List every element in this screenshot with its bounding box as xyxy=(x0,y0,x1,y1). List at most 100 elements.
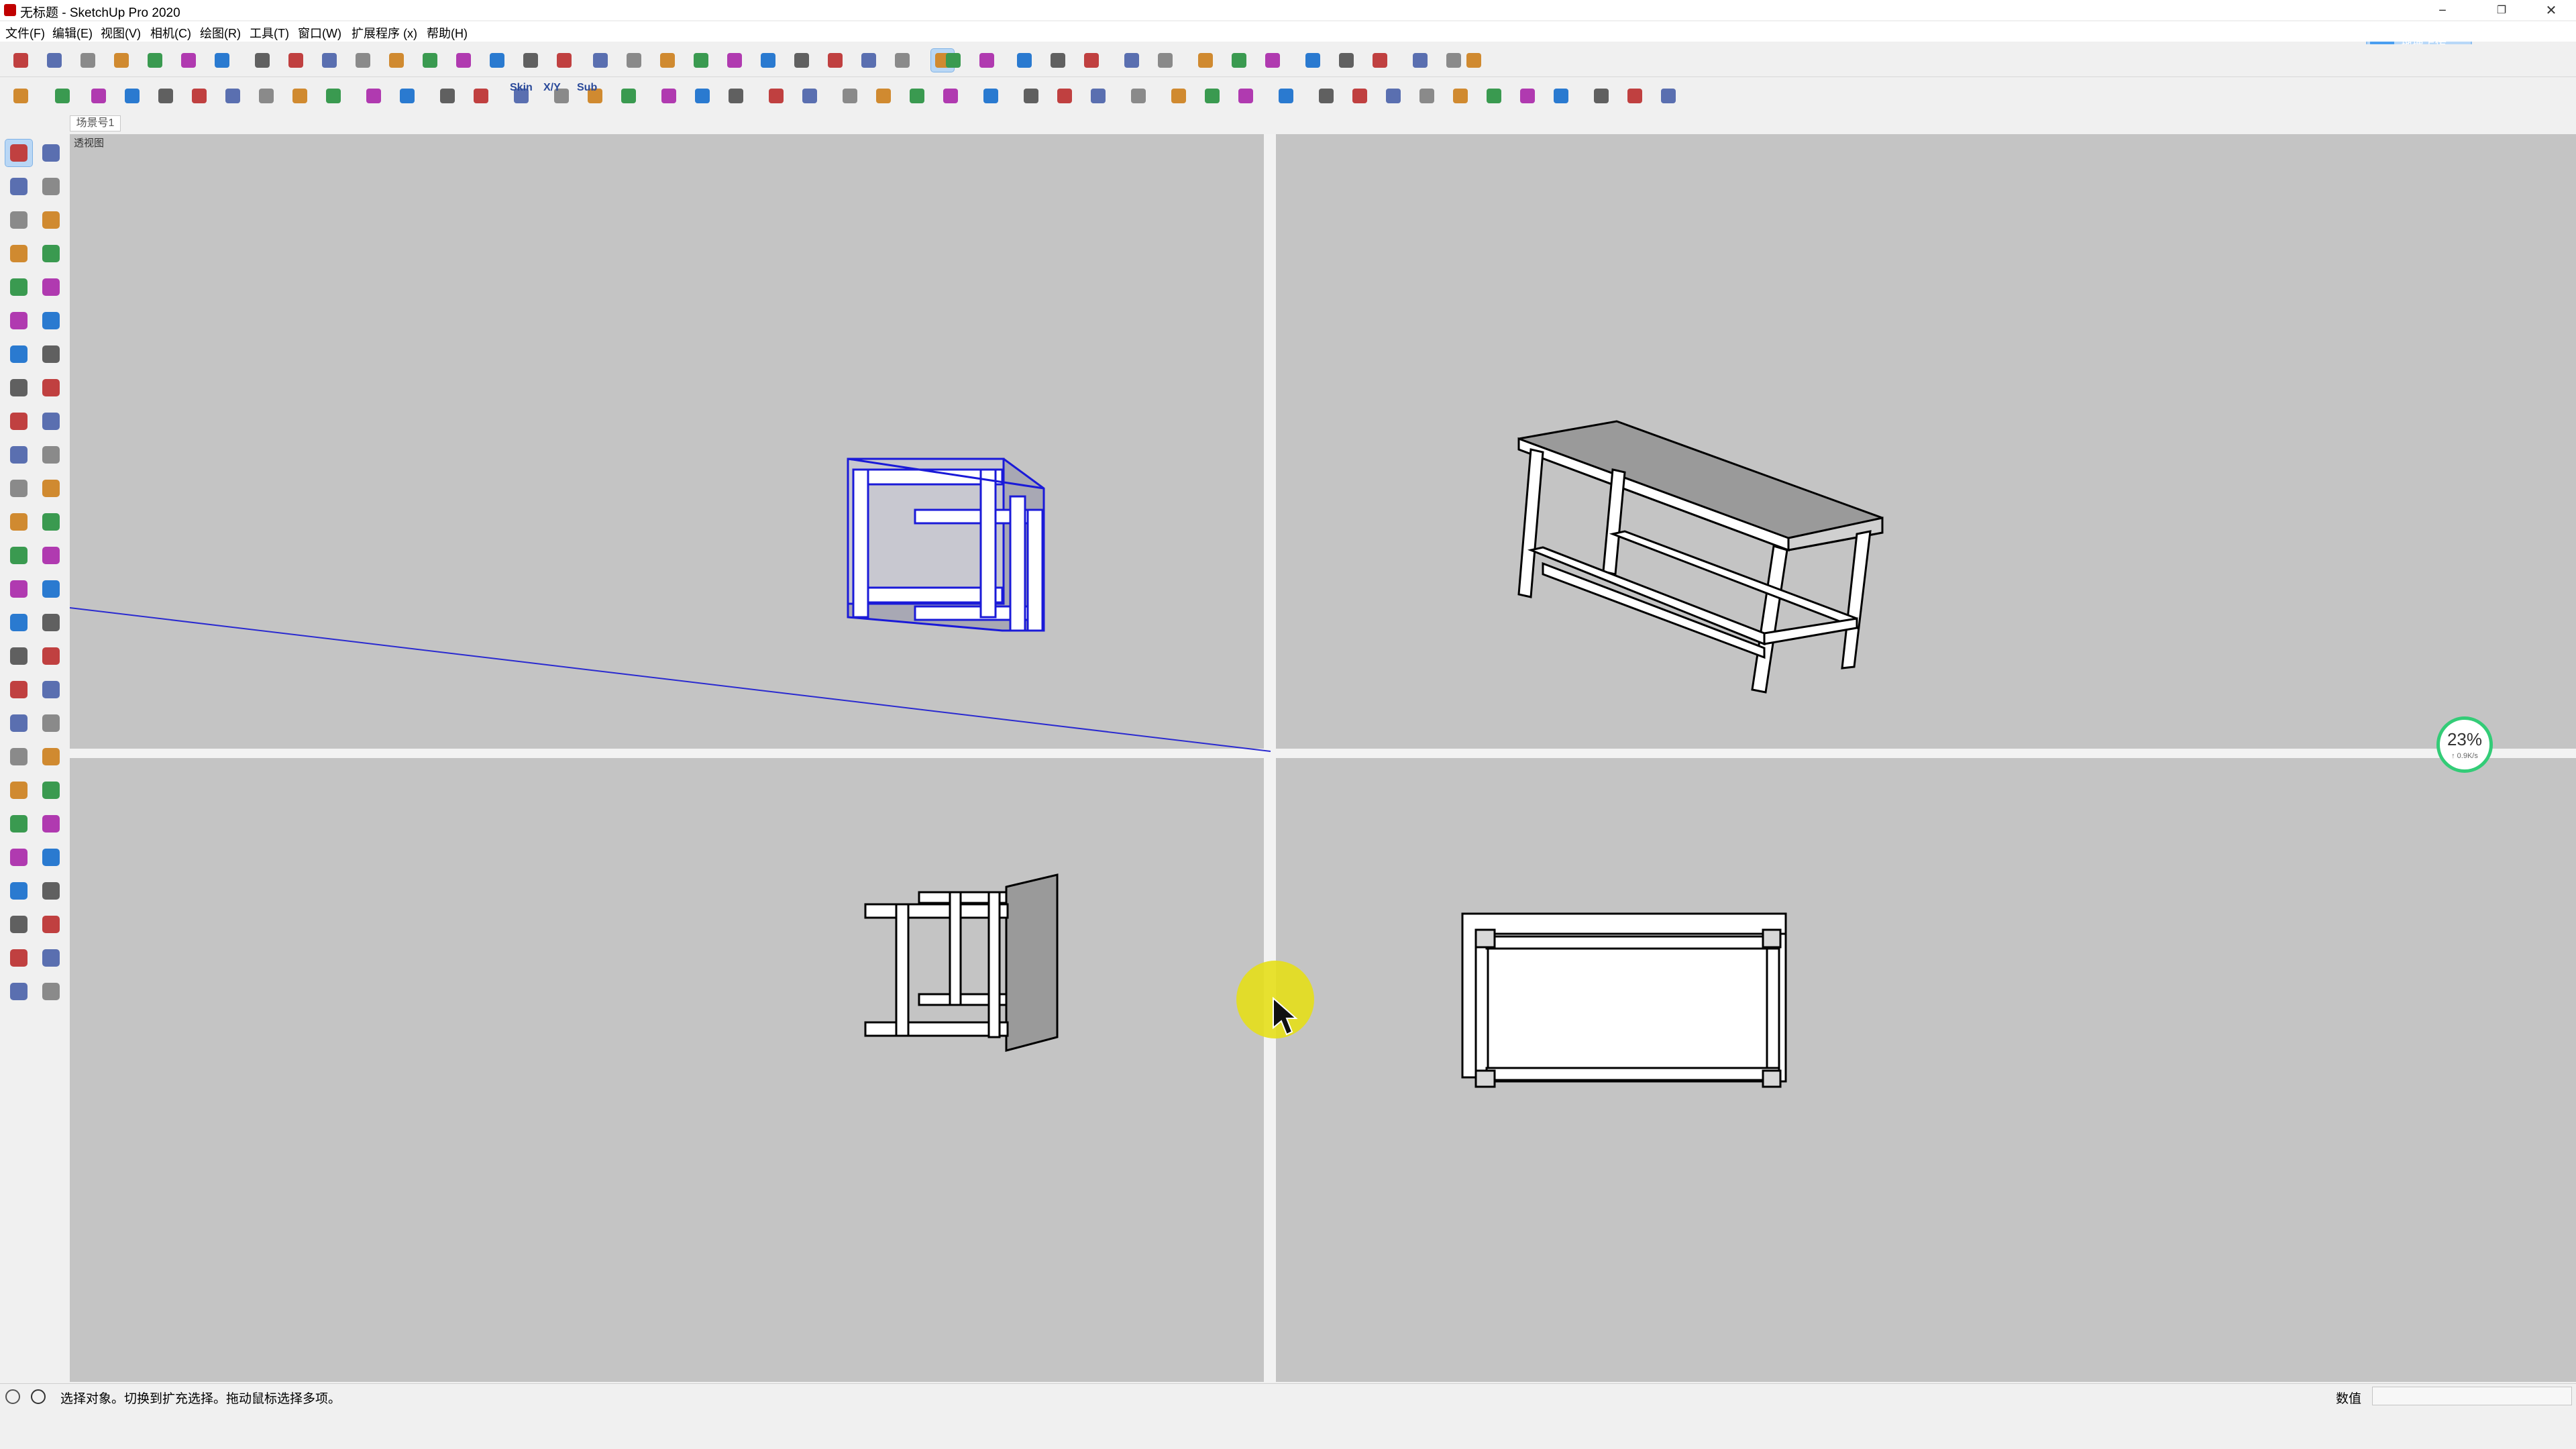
palette-tool-15-button[interactable] xyxy=(5,374,32,401)
toolbar-tool-11-button[interactable] xyxy=(352,49,374,72)
palette-tool-31-button[interactable] xyxy=(5,643,32,669)
toolbar-tool-30-button[interactable] xyxy=(975,49,998,72)
toolbar2-tool-31-button[interactable] xyxy=(1087,85,1110,107)
toolbar-tool-41-button[interactable] xyxy=(1368,49,1391,72)
toolbar-tool-6-button[interactable] xyxy=(177,49,200,72)
sketchup-app-icon[interactable] xyxy=(4,4,16,16)
palette-tool-6-button[interactable] xyxy=(38,207,64,233)
toolbar-tool-40-button[interactable] xyxy=(1335,49,1358,72)
toolbar-tool-32-button[interactable] xyxy=(1046,49,1069,72)
palette-tool-24-button[interactable] xyxy=(38,508,64,535)
palette-tool-38-button[interactable] xyxy=(38,743,64,770)
toolbar2-tool-18-button[interactable] xyxy=(617,85,640,107)
toolbar-tool-36-button[interactable] xyxy=(1194,49,1217,72)
toolbar2-tool-22-button[interactable] xyxy=(765,85,788,107)
menu-file[interactable]: 文件(F) xyxy=(5,24,45,42)
palette-tool-12-button[interactable] xyxy=(38,307,64,334)
menu-window[interactable]: 窗口(W) xyxy=(298,24,341,42)
toolbar2-tool-24-button[interactable] xyxy=(839,85,861,107)
palette-tool-2-button[interactable] xyxy=(38,140,64,166)
toolbar-tool-18-button[interactable] xyxy=(589,49,612,72)
geolocation-icon[interactable] xyxy=(5,1389,20,1404)
toolbar-tool-3-button[interactable] xyxy=(76,49,99,72)
toolbar-tool-26-button[interactable] xyxy=(857,49,880,72)
toolbar-tool-39-button[interactable] xyxy=(1301,49,1324,72)
palette-tool-45-button[interactable] xyxy=(5,877,32,904)
toolbar-tool-27-button[interactable] xyxy=(891,49,914,72)
upload-progress-circle[interactable]: 23% ↑ 0.9K/s xyxy=(2436,716,2493,773)
toolbar-tool-10-button[interactable] xyxy=(318,49,341,72)
menu-extensions[interactable]: 扩展程序 (x) xyxy=(352,24,417,42)
palette-tool-43-button[interactable] xyxy=(5,844,32,871)
toolbar-tool-24-button[interactable] xyxy=(790,49,813,72)
palette-tool-41-button[interactable] xyxy=(5,810,32,837)
toolbar-tool-14-button[interactable] xyxy=(452,49,475,72)
toolbar-tool-44-button[interactable] xyxy=(1462,49,1485,72)
palette-tool-51-button[interactable] xyxy=(5,978,32,1005)
toolbar-tool-8-button[interactable] xyxy=(251,49,274,72)
toolbar-tool-7-button[interactable] xyxy=(211,49,233,72)
palette-tool-19-button[interactable] xyxy=(5,441,32,468)
palette-tool-17-button[interactable] xyxy=(5,408,32,435)
palette-tool-10-button[interactable] xyxy=(38,274,64,301)
palette-tool-33-button[interactable] xyxy=(5,676,32,703)
toolbar-tool-43-button[interactable] xyxy=(1442,49,1465,72)
menu-edit[interactable]: 编辑(E) xyxy=(52,24,93,42)
palette-tool-34-button[interactable] xyxy=(38,676,64,703)
palette-tool-18-button[interactable] xyxy=(38,408,64,435)
toolbar-tool-15-button[interactable] xyxy=(486,49,508,72)
toolbar-tool-25-button[interactable] xyxy=(824,49,847,72)
palette-tool-48-button[interactable] xyxy=(38,911,64,938)
palette-tool-14-button[interactable] xyxy=(38,341,64,368)
toolbar2-tool-32-button[interactable] xyxy=(1127,85,1150,107)
palette-tool-47-button[interactable] xyxy=(5,911,32,938)
palette-tool-25-button[interactable] xyxy=(5,542,32,569)
toolbar2-tool-26-button[interactable] xyxy=(906,85,928,107)
toolbar2-tool-37-button[interactable] xyxy=(1315,85,1338,107)
restore-button[interactable]: ❐ xyxy=(2486,1,2517,20)
palette-tool-50-button[interactable] xyxy=(38,945,64,971)
info-icon[interactable] xyxy=(31,1389,46,1404)
palette-tool-5-button[interactable] xyxy=(5,207,32,233)
toolbar2-tool-25-button[interactable] xyxy=(872,85,895,107)
toolbar-tool-29-button[interactable] xyxy=(942,49,965,72)
toolbar2-tool-28-button[interactable] xyxy=(979,85,1002,107)
toolbar2-tool-3-button[interactable] xyxy=(87,85,110,107)
toolbar2-tool-47-button[interactable] xyxy=(1657,85,1680,107)
toolbar2-tool-13-button[interactable] xyxy=(436,85,459,107)
palette-tool-44-button[interactable] xyxy=(38,844,64,871)
toolbar-tool-9-button[interactable] xyxy=(284,49,307,72)
measurements-input[interactable] xyxy=(2372,1387,2572,1405)
model-viewport[interactable]: 透视图 xyxy=(70,134,2576,1382)
toolbar2-tool-23-button[interactable] xyxy=(798,85,821,107)
toolbar2-tool-7-button[interactable] xyxy=(221,85,244,107)
toolbar2-tool-44-button[interactable] xyxy=(1550,85,1572,107)
toolbar2-tool-20-button[interactable] xyxy=(691,85,714,107)
toolbar2-tool-42-button[interactable] xyxy=(1483,85,1505,107)
palette-tool-1-button[interactable] xyxy=(5,139,33,167)
toolbar2-tool-29-button[interactable] xyxy=(1020,85,1042,107)
palette-tool-36-button[interactable] xyxy=(38,710,64,737)
palette-tool-20-button[interactable] xyxy=(38,441,64,468)
toolbar-tool-38-button[interactable] xyxy=(1261,49,1284,72)
menu-help[interactable]: 帮助(H) xyxy=(427,24,468,42)
toolbar-tool-19-button[interactable] xyxy=(623,49,645,72)
palette-tool-23-button[interactable] xyxy=(5,508,32,535)
menu-tools[interactable]: 工具(T) xyxy=(250,24,289,42)
palette-tool-30-button[interactable] xyxy=(38,609,64,636)
toolbar2-tool-39-button[interactable] xyxy=(1382,85,1405,107)
scene-tab[interactable]: 场景号1 xyxy=(70,115,121,131)
toolbar-tool-22-button[interactable] xyxy=(723,49,746,72)
toolbar-tool-33-button[interactable] xyxy=(1080,49,1103,72)
toolbar2-tool-30-button[interactable] xyxy=(1053,85,1076,107)
toolbar-tool-17-button[interactable] xyxy=(553,49,576,72)
toolbar2-tool-1-button[interactable] xyxy=(9,85,32,107)
palette-tool-11-button[interactable] xyxy=(5,307,32,334)
toolbar2-tool-2-button[interactable] xyxy=(51,85,74,107)
palette-tool-26-button[interactable] xyxy=(38,542,64,569)
palette-tool-4-button[interactable] xyxy=(38,173,64,200)
palette-tool-27-button[interactable] xyxy=(5,576,32,602)
toolbar2-tool-10-button[interactable] xyxy=(322,85,345,107)
toolbar-tool-4-button[interactable] xyxy=(110,49,133,72)
toolbar2-tool-34-button[interactable] xyxy=(1201,85,1224,107)
